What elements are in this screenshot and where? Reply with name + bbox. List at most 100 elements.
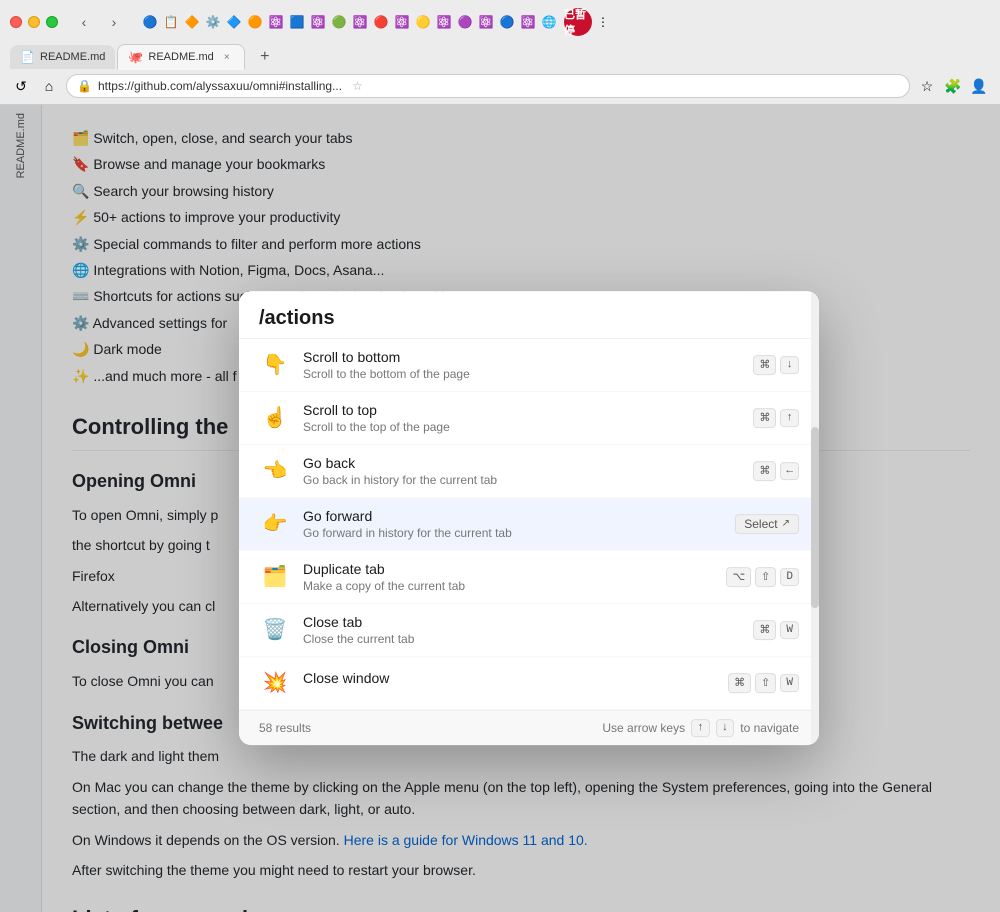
omni-list: 👇 Scroll to bottom Scroll to the bottom … [239,339,819,710]
ext-icon-12[interactable]: 🔴 [371,12,391,32]
select-icon: ↗ [782,518,790,529]
kbd-shift-6: ⇧ [755,673,776,693]
omni-item-title-5: Close tab [303,614,753,630]
omni-title: /actions [239,291,819,339]
omni-item-close-tab[interactable]: 🗑️ Close tab Close the current tab ⌘ W [239,604,819,657]
go-back-icon: 👈 [259,455,291,487]
browser-chrome: ‹ › 🔵 📋 🔶 ⚙️ 🔷 🟠 ⚛️ 🟦 ⚛️ 🟢 ⚛️ 🔴 ⚛️ 🟡 ⚛️ … [0,0,1000,105]
maximize-window-button[interactable] [46,16,58,28]
title-bar: ‹ › 🔵 📋 🔶 ⚙️ 🔷 🟠 ⚛️ 🟦 ⚛️ 🟢 ⚛️ 🔴 ⚛️ 🟡 ⚛️ … [0,0,1000,40]
kbd-arrow-2: ← [780,462,799,480]
ext-icon-13[interactable]: ⚛️ [392,12,412,32]
omni-item-text-6: Close window [303,670,728,696]
omni-item-go-back[interactable]: 👈 Go back Go back in history for the cur… [239,445,819,498]
ext-icon-15[interactable]: ⚛️ [434,12,454,32]
omni-item-title-6: Close window [303,670,728,686]
scroll-thumb[interactable] [811,427,819,609]
menu-button[interactable]: ⋮ [593,12,613,32]
reload-button[interactable]: ↺ [10,75,32,97]
address-bar[interactable]: 🔒 https://github.com/alyssaxuu/omni#inst… [66,74,910,98]
omni-item-text-4: Duplicate tab Make a copy of the current… [303,561,726,593]
tab-label-2: README.md [148,51,213,63]
ext-icon-16[interactable]: 🟣 [455,12,475,32]
omni-shortcut-2: ⌘ ← [753,461,799,481]
ext-icon-9[interactable]: ⚛️ [308,12,328,32]
kbd-opt-4: ⌥ [726,567,751,587]
go-forward-icon: 👉 [259,508,291,540]
ext-icon-14[interactable]: 🟡 [413,12,433,32]
omni-shortcut-3: Select ↗ [735,514,799,534]
url-text: https://github.com/alyssaxuu/omni#instal… [98,79,342,93]
star-icon[interactable]: ☆ [352,79,363,93]
ext-icon-5[interactable]: 🔷 [224,12,244,32]
kbd-shift-4: ⇧ [755,567,776,587]
new-tab-button[interactable]: + [251,45,279,69]
kbd-arrow-0: ↓ [780,356,799,374]
kbd-w-6: W [780,674,799,692]
tab-2-active[interactable]: 🐙 README.md × [117,44,244,70]
bookmark-icon[interactable]: ☆ [916,75,938,97]
back-button[interactable]: ‹ [70,10,98,34]
omni-item-text-1: Scroll to top Scroll to the top of the p… [303,402,753,434]
ext-icon-8[interactable]: 🟦 [287,12,307,32]
close-window-button[interactable] [10,16,22,28]
omni-shortcut-1: ⌘ ↑ [753,408,799,428]
ext-icon-3[interactable]: 🔶 [182,12,202,32]
account-icon[interactable]: 👤 [968,75,990,97]
omni-footer: 58 results Use arrow keys ↑ ↓ to navigat… [239,710,819,745]
ext-icon-2[interactable]: 📋 [161,12,181,32]
extensions-icon[interactable]: 🧩 [942,75,964,97]
scroll-bottom-icon: 👇 [259,349,291,381]
scroll-top-icon: ☝️ [259,402,291,434]
omni-shortcut-6: ⌘ ⇧ W [728,673,799,693]
omni-item-text-0: Scroll to bottom Scroll to the bottom of… [303,349,753,381]
ext-icon-1[interactable]: 🔵 [140,12,160,32]
results-count: 58 results [259,721,311,735]
select-label: Select [744,517,777,531]
omni-item-desc-0: Scroll to the bottom of the page [303,367,753,381]
ext-icon-17[interactable]: ⚛️ [476,12,496,32]
omni-item-scroll-bottom[interactable]: 👇 Scroll to bottom Scroll to the bottom … [239,339,819,392]
omni-shortcut-0: ⌘ ↓ [753,355,799,375]
omni-item-scroll-top[interactable]: ☝️ Scroll to top Scroll to the top of th… [239,392,819,445]
close-window-icon: 💥 [259,667,291,699]
tab-1[interactable]: 📄 README.md [10,45,115,69]
omni-dialog: /actions 👇 Scroll to bottom Scroll to th… [239,291,819,745]
omni-item-close-window[interactable]: 💥 Close window ⌘ ⇧ W [239,657,819,710]
tab-favicon-1: 📄 [20,50,34,64]
tab-close-button[interactable]: × [220,50,234,64]
tab-favicon-2: 🐙 [128,50,142,64]
scroll-track[interactable] [811,291,819,745]
kbd-up-nav: ↑ [691,719,710,737]
kbd-cmd-5: ⌘ [753,620,776,640]
minimize-window-button[interactable] [28,16,40,28]
browser-extensions: 🔵 📋 🔶 ⚙️ 🔷 🟠 ⚛️ 🟦 ⚛️ 🟢 ⚛️ 🔴 ⚛️ 🟡 ⚛️ 🟣 ⚛️… [140,8,613,36]
ext-icon-20[interactable]: 🌐 [539,12,559,32]
ext-icon-10[interactable]: 🟢 [329,12,349,32]
secure-icon: 🔒 [77,79,92,93]
footer-nav-hint: Use arrow keys ↑ ↓ to navigate [602,719,799,737]
ext-icon-18[interactable]: 🔵 [497,12,517,32]
ext-icon-7[interactable]: ⚛️ [266,12,286,32]
kbd-cmd-0: ⌘ [753,355,776,375]
ext-icon-11[interactable]: ⚛️ [350,12,370,32]
nav-hint-text: Use arrow keys [602,721,685,735]
omni-item-desc-1: Scroll to the top of the page [303,420,753,434]
ext-icon-19[interactable]: ⚛️ [518,12,538,32]
omni-item-title-4: Duplicate tab [303,561,726,577]
omni-item-text-2: Go back Go back in history for the curre… [303,455,753,487]
profile-button[interactable]: 已暂停 [564,8,592,36]
kbd-cmd-2: ⌘ [753,461,776,481]
omni-item-duplicate-tab[interactable]: 🗂️ Duplicate tab Make a copy of the curr… [239,551,819,604]
ext-icon-6[interactable]: 🟠 [245,12,265,32]
omni-item-go-forward[interactable]: 👉 Go forward Go forward in history for t… [239,498,819,551]
kbd-cmd-6: ⌘ [728,673,751,693]
kbd-down-nav: ↓ [716,719,735,737]
omni-shortcut-4: ⌥ ⇧ D [726,567,799,587]
home-button[interactable]: ⌂ [38,75,60,97]
ext-icon-4[interactable]: ⚙️ [203,12,223,32]
omni-item-desc-3: Go forward in history for the current ta… [303,526,735,540]
omni-item-title-1: Scroll to top [303,402,753,418]
duplicate-tab-icon: 🗂️ [259,561,291,593]
forward-button[interactable]: › [100,10,128,34]
